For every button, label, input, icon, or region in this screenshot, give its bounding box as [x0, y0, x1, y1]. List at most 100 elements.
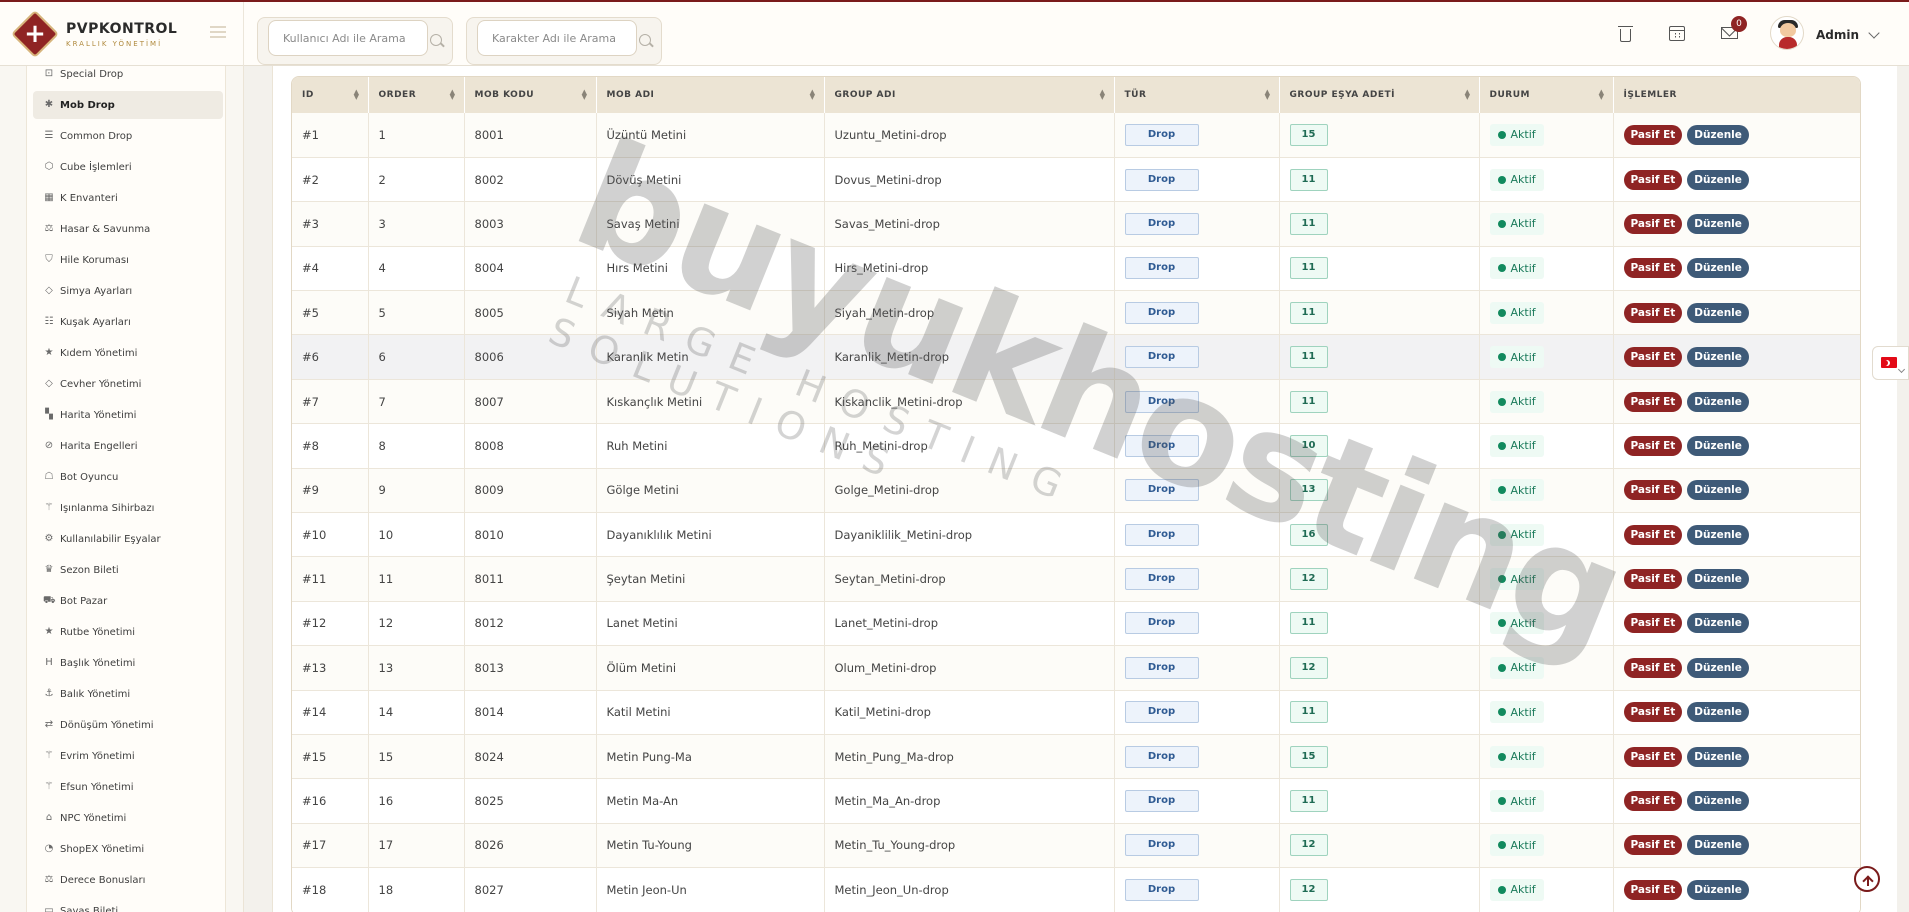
- language-selector[interactable]: [1872, 346, 1909, 380]
- sidebar-item[interactable]: ★ Rutbe Yönetimi: [33, 618, 223, 646]
- search-icon[interactable]: [430, 34, 442, 46]
- sort-icon[interactable]: ▲ ▼: [354, 89, 360, 101]
- user-search-input[interactable]: [268, 20, 428, 56]
- sidebar-item[interactable]: ⚚ Işınlanma Sihirbazı: [33, 494, 223, 522]
- search-icon[interactable]: [639, 34, 651, 46]
- deactivate-button[interactable]: Pasif Et: [1623, 569, 1683, 590]
- sort-icon[interactable]: ▲ ▼: [1100, 89, 1106, 101]
- deactivate-button[interactable]: Pasif Et: [1623, 524, 1683, 545]
- deactivate-button[interactable]: Pasif Et: [1623, 835, 1683, 856]
- edit-button[interactable]: Düzenle: [1687, 879, 1749, 900]
- brand[interactable]: + PVPKONTROL KRALLIK YÖNETİMİ: [0, 2, 244, 66]
- column-header[interactable]: MOB KODU ▲ ▼: [464, 77, 597, 113]
- sidebar-item[interactable]: ⛉ Hile Koruması: [33, 246, 223, 274]
- table-row[interactable]: #4 4 8004 Hırs Metini Hirs_Metini-drop Drop 11…: [292, 246, 1860, 292]
- edit-button[interactable]: Düzenle: [1687, 347, 1749, 368]
- edit-button[interactable]: Düzenle: [1687, 835, 1749, 856]
- edit-button[interactable]: Düzenle: [1687, 302, 1749, 323]
- sidebar-item[interactable]: ⬡ Cube İşlemleri: [33, 153, 223, 181]
- edit-button[interactable]: Düzenle: [1687, 569, 1749, 590]
- table-row[interactable]: #12 12 8012 Lanet Metini Lanet_Metini-drop Dr…: [292, 601, 1860, 647]
- sidebar-item[interactable]: ☷ Kuşak Ayarları: [33, 308, 223, 336]
- table-row[interactable]: #7 7 8007 Kıskançlık Metini Kiskanclik_Metin…: [292, 379, 1860, 425]
- sidebar-item[interactable]: ⛟ Bot Pazar: [33, 587, 223, 615]
- sort-icon[interactable]: ▲ ▼: [450, 89, 456, 101]
- deactivate-button[interactable]: Pasif Et: [1623, 480, 1683, 501]
- column-header[interactable]: GROUP EŞYA ADETİ ▲ ▼: [1279, 77, 1480, 113]
- deactivate-button[interactable]: Pasif Et: [1623, 879, 1683, 900]
- column-header[interactable]: DURUM ▲ ▼: [1479, 77, 1614, 113]
- sort-icon[interactable]: ▲ ▼: [810, 89, 816, 101]
- column-header[interactable]: GROUP ADI ▲ ▼: [824, 77, 1115, 113]
- sidebar-item[interactable]: ☰ Common Drop: [33, 122, 223, 150]
- table-row[interactable]: #10 10 8010 Dayanıklılık Metini Dayaniklilik…: [292, 512, 1860, 558]
- sidebar-item[interactable]: ⚚ Evrim Yönetimi: [33, 742, 223, 770]
- table-row[interactable]: #18 18 8027 Metin Jeon-Un Metin_Jeon_Un-drop…: [292, 867, 1860, 912]
- sidebar-item[interactable]: ⚓ Balık Yönetimi: [33, 680, 223, 708]
- deactivate-button[interactable]: Pasif Et: [1623, 169, 1683, 190]
- edit-button[interactable]: Düzenle: [1687, 213, 1749, 234]
- deactivate-button[interactable]: Pasif Et: [1623, 124, 1683, 145]
- deactivate-button[interactable]: Pasif Et: [1623, 746, 1683, 767]
- character-search-input[interactable]: [477, 20, 637, 56]
- sidebar-item[interactable]: ▚ Harita Yönetimi: [33, 401, 223, 429]
- sidebar-item[interactable]: H Başlık Yönetimi: [33, 649, 223, 677]
- sidebar-item[interactable]: ⚚ Efsun Yönetimi: [33, 773, 223, 801]
- deactivate-button[interactable]: Pasif Et: [1623, 702, 1683, 723]
- sidebar-item[interactable]: ⚖ Hasar & Savunma: [33, 215, 223, 243]
- edit-button[interactable]: Düzenle: [1687, 258, 1749, 279]
- edit-button[interactable]: Düzenle: [1687, 391, 1749, 412]
- table-row[interactable]: #8 8 8008 Ruh Metini Ruh_Metini-drop Drop 10 Ak…: [292, 423, 1860, 469]
- sidebar-item[interactable]: ▭ Savaş Bileti: [33, 897, 223, 912]
- sidebar-item[interactable]: ◔ ShopEX Yönetimi: [33, 835, 223, 863]
- table-row[interactable]: #1 1 8001 Üzüntü Metini Uzuntu_Metini-drop Dr…: [292, 113, 1860, 158]
- deactivate-button[interactable]: Pasif Et: [1623, 613, 1683, 634]
- column-header[interactable]: MOB ADI ▲ ▼: [596, 77, 825, 113]
- edit-button[interactable]: Düzenle: [1687, 524, 1749, 545]
- calendar-icon[interactable]: [1666, 22, 1688, 44]
- menu-toggle-icon[interactable]: [210, 26, 226, 38]
- sort-icon[interactable]: ▲ ▼: [582, 89, 588, 101]
- edit-button[interactable]: Düzenle: [1687, 702, 1749, 723]
- sidebar-item[interactable]: ⚙ Kullanılabilir Eşyalar: [33, 525, 223, 553]
- sidebar-item[interactable]: ⌂ NPC Yönetimi: [33, 804, 223, 832]
- table-row[interactable]: #9 9 8009 Gölge Metini Golge_Metini-drop Drop…: [292, 468, 1860, 514]
- sidebar-item[interactable]: ☖ Bot Oyuncu: [33, 463, 223, 491]
- deactivate-button[interactable]: Pasif Et: [1623, 391, 1683, 412]
- deactivate-button[interactable]: Pasif Et: [1623, 302, 1683, 323]
- table-row[interactable]: #5 5 8005 Siyah Metin Siyah_Metin-drop Drop 11…: [292, 290, 1860, 336]
- sidebar-item[interactable]: ◇ Cevher Yönetimi: [33, 370, 223, 398]
- table-row[interactable]: #3 3 8003 Savaş Metini Savas_Metini-drop Drop…: [292, 201, 1860, 247]
- deactivate-button[interactable]: Pasif Et: [1623, 213, 1683, 234]
- table-row[interactable]: #17 17 8026 Metin Tu-Young Metin_Tu_Young-dr…: [292, 823, 1860, 869]
- column-header[interactable]: ID ▲ ▼: [292, 77, 369, 113]
- sidebar-item[interactable]: ⊡ Special Drop: [33, 66, 223, 88]
- table-row[interactable]: #13 13 8013 Ölüm Metini Olum_Metini-drop Drop…: [292, 645, 1860, 691]
- table-row[interactable]: #11 11 8011 Şeytan Metini Seytan_Metini-drop…: [292, 556, 1860, 602]
- deactivate-button[interactable]: Pasif Et: [1623, 435, 1683, 456]
- edit-button[interactable]: Düzenle: [1687, 746, 1749, 767]
- column-header[interactable]: TÜR ▲ ▼: [1114, 77, 1280, 113]
- sidebar-item[interactable]: ⊘ Harita Engelleri: [33, 432, 223, 460]
- sort-icon[interactable]: ▲ ▼: [1465, 89, 1471, 101]
- edit-button[interactable]: Düzenle: [1687, 613, 1749, 634]
- user-name[interactable]: Admin: [1816, 28, 1859, 42]
- column-header[interactable]: ORDER ▲ ▼: [368, 77, 465, 113]
- scroll-to-top-button[interactable]: [1854, 866, 1880, 892]
- sidebar-item[interactable]: ▦ K Envanteri: [33, 184, 223, 212]
- edit-button[interactable]: Düzenle: [1687, 657, 1749, 678]
- sidebar-item[interactable]: ♛ Sezon Bileti: [33, 556, 223, 584]
- table-row[interactable]: #6 6 8006 Karanlık Metin Karanlik_Metin-drop…: [292, 334, 1860, 380]
- sidebar-item[interactable]: ⚖ Derece Bonusları: [33, 866, 223, 894]
- deactivate-button[interactable]: Pasif Et: [1623, 791, 1683, 812]
- edit-button[interactable]: Düzenle: [1687, 169, 1749, 190]
- edit-button[interactable]: Düzenle: [1687, 124, 1749, 145]
- sidebar-item[interactable]: ★ Kıdem Yönetimi: [33, 339, 223, 367]
- sort-icon[interactable]: ▲ ▼: [1599, 89, 1605, 101]
- sidebar-item[interactable]: ✱ Mob Drop: [33, 91, 223, 119]
- edit-button[interactable]: Düzenle: [1687, 791, 1749, 812]
- sort-icon[interactable]: ▲ ▼: [1265, 89, 1271, 101]
- deactivate-button[interactable]: Pasif Et: [1623, 657, 1683, 678]
- deactivate-button[interactable]: Pasif Et: [1623, 258, 1683, 279]
- deactivate-button[interactable]: Pasif Et: [1623, 347, 1683, 368]
